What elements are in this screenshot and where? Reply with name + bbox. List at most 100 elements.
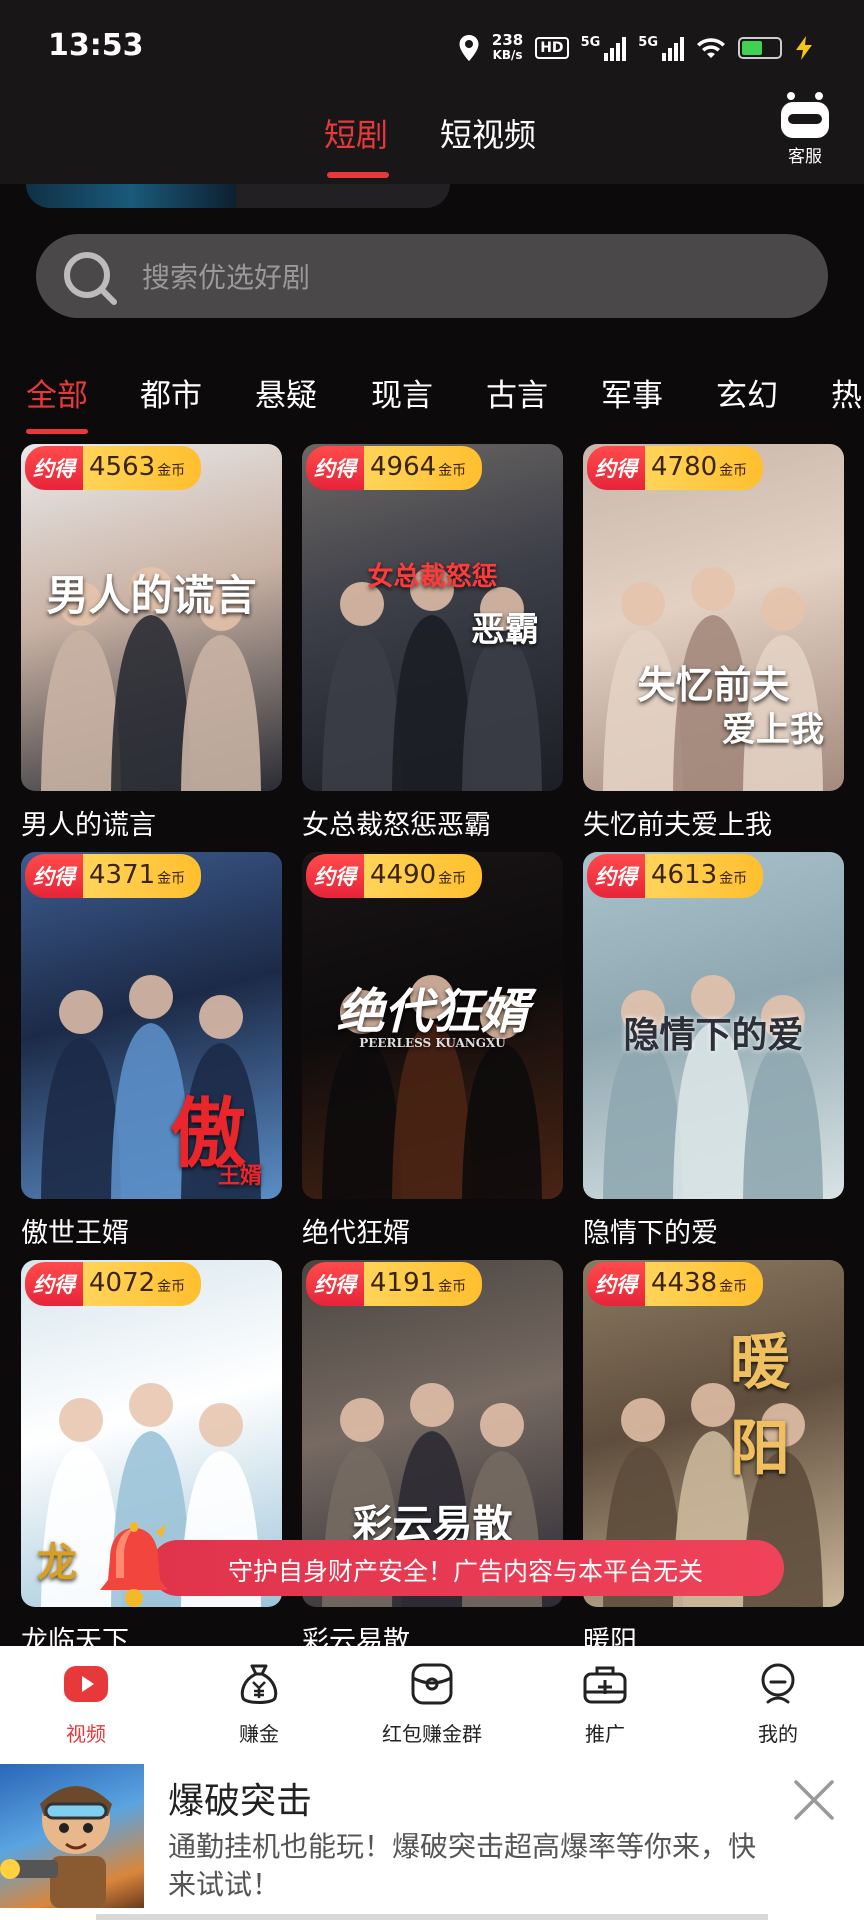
figure-body <box>603 1038 683 1199</box>
location-icon <box>459 35 479 61</box>
coin-count: 4072 <box>89 1268 156 1298</box>
bell-icon <box>100 1522 168 1607</box>
robot-icon <box>779 92 831 138</box>
bottom-nav: 视频 赚金 红包赚金群 推广 我的 <box>0 1646 864 1762</box>
figure-body <box>462 1043 542 1199</box>
coin-count: 4371 <box>89 860 156 890</box>
ad-progress-bar <box>96 1914 768 1920</box>
drama-poster: 傲 王婿 约得 4371 金币 <box>21 852 282 1199</box>
figure-head <box>59 990 103 1034</box>
charging-icon <box>796 36 812 60</box>
badge-tag: 约得 <box>25 854 83 898</box>
drama-poster: 绝代狂婿 PEERLESS KUANGXU 约得 4490 金币 <box>302 852 563 1199</box>
badge-tag: 约得 <box>306 446 364 490</box>
figure-body <box>41 630 121 791</box>
category-fantasy[interactable]: 玄幻 <box>716 370 778 415</box>
nav-promote-label: 推广 <box>585 1722 625 1746</box>
figure-body <box>322 1038 402 1199</box>
figure-body <box>462 635 542 791</box>
banner-carousel[interactable] <box>26 184 450 208</box>
badge-tag: 约得 <box>306 1262 364 1306</box>
drama-poster: 男人的谎言 约得 4563 金币 <box>21 444 282 791</box>
poster-title: 失忆前夫 <box>637 662 790 707</box>
nav-profile[interactable]: 我的 <box>708 1660 848 1747</box>
drama-card[interactable]: 女总裁怒惩 恶霸 约得 4964 金币 女总裁怒惩恶霸 <box>302 444 563 842</box>
drama-card[interactable]: 绝代狂婿 PEERLESS KUANGXU 约得 4490 金币 绝代狂婿 <box>302 852 563 1250</box>
drama-title: 女总裁怒惩恶霸 <box>302 810 491 841</box>
coin-unit: 金币 <box>157 1279 186 1295</box>
badge-tag: 约得 <box>587 1262 645 1306</box>
nav-red-packet-group[interactable]: 红包赚金群 <box>362 1660 502 1747</box>
money-bag-icon <box>235 1660 283 1708</box>
category-modern-romance[interactable]: 现言 <box>371 370 433 415</box>
net-speed-unit: KB/s <box>492 48 523 62</box>
tab-short-drama[interactable]: 短剧 <box>324 110 388 156</box>
figure-body <box>743 1043 823 1199</box>
safety-notice[interactable]: 守护自身财产安全！广告内容与本平台无关 <box>150 1540 784 1596</box>
figure-head <box>199 995 243 1039</box>
ad-banner[interactable]: 爆破突击 通勤挂机也能玩！爆破突击超高爆率等你来，快来试试！ <box>0 1762 864 1920</box>
category-hot[interactable]: 热 <box>831 370 862 415</box>
drama-poster: 失忆前夫 爱上我 约得 4780 金币 <box>583 444 844 791</box>
coin-unit: 金币 <box>438 1279 467 1295</box>
drama-card[interactable]: 暖阳 约得 4438 金币 暖阳 <box>583 1260 844 1658</box>
coin-count: 4191 <box>370 1268 437 1298</box>
profile-icon <box>754 1660 802 1708</box>
hd-badge: HD <box>535 37 569 59</box>
category-tabs: 全部 都市 悬疑 现言 古言 军事 玄幻 热 <box>0 370 864 434</box>
drama-title: 傲世王婿 <box>21 1218 129 1249</box>
poster-title: 隐情下的爱 <box>623 1014 804 1056</box>
drama-card[interactable]: 隐情下的爱 约得 4613 金币 隐情下的爱 <box>583 852 844 1250</box>
figure-head <box>340 1398 384 1442</box>
drama-card[interactable]: 失忆前夫 爱上我 约得 4780 金币 失忆前夫爱上我 <box>583 444 844 842</box>
category-military[interactable]: 军事 <box>601 370 663 415</box>
coin-badge: 约得 4072 金币 <box>25 1262 202 1306</box>
coin-unit: 金币 <box>438 871 467 887</box>
search-bar[interactable]: 搜索优选好剧 <box>36 234 828 318</box>
status-time: 13:53 <box>48 28 144 63</box>
ad-image <box>0 1764 144 1908</box>
coin-unit: 金币 <box>719 463 748 479</box>
drama-card[interactable]: 傲 王婿 约得 4371 金币 傲世王婿 <box>21 852 282 1250</box>
category-all[interactable]: 全部 <box>26 370 88 415</box>
nav-promote[interactable]: 推广 <box>535 1660 675 1747</box>
category-suspense[interactable]: 悬疑 <box>255 370 317 415</box>
nav-earn[interactable]: 赚金 <box>189 1660 329 1747</box>
nav-video[interactable]: 视频 <box>16 1660 156 1747</box>
status-bar: 13:53 238 KB/s HD 5G 5G <box>0 0 864 92</box>
coin-count: 4780 <box>651 452 718 482</box>
drama-card[interactable]: 彩云易散 约得 4191 金币 彩云易散 <box>302 1260 563 1658</box>
active-tab-indicator <box>327 172 389 178</box>
search-icon <box>64 252 117 305</box>
figure-head <box>621 1398 665 1442</box>
poster-title: 绝代狂婿 <box>336 984 529 1040</box>
poster-subtitle: PEERLESS KUANGXU <box>359 1036 506 1050</box>
nav-earn-label: 赚金 <box>239 1722 279 1746</box>
category-urban[interactable]: 都市 <box>140 370 202 415</box>
drama-card[interactable]: 男人的谎言 约得 4563 金币 男人的谎言 <box>21 444 282 842</box>
customer-service-label: 客服 <box>788 147 822 167</box>
tab-short-video[interactable]: 短视频 <box>440 110 536 156</box>
ad-title: 爆破突击 <box>168 1781 313 1822</box>
drama-title: 男人的谎言 <box>21 810 156 841</box>
ad-description: 通勤挂机也能玩！爆破突击超高爆率等你来，快来试试！ <box>168 1830 757 1901</box>
figure-head <box>761 587 805 631</box>
poster-subtitle: 王婿 <box>217 1163 262 1189</box>
coin-unit: 金币 <box>719 871 748 887</box>
close-icon[interactable] <box>790 1776 838 1824</box>
category-ancient-romance[interactable]: 古言 <box>486 370 548 415</box>
signal-icon-1: 5G <box>581 35 627 61</box>
battery-icon <box>738 37 782 59</box>
signal-label-2: 5G <box>638 35 658 50</box>
figure-head <box>621 582 665 626</box>
app-root: 13:53 238 KB/s HD 5G 5G 短剧 短视频 客服 搜索优选好剧… <box>0 0 864 1920</box>
figure-head <box>129 1383 173 1427</box>
coin-badge: 约得 4613 金币 <box>587 854 764 898</box>
nav-video-label: 视频 <box>66 1722 106 1746</box>
drama-title: 绝代狂婿 <box>302 1218 410 1249</box>
poster-title: 暖阳 <box>730 1328 790 1484</box>
coin-count: 4613 <box>651 860 718 890</box>
badge-tag: 约得 <box>587 446 645 490</box>
figure-head <box>410 1383 454 1427</box>
customer-service-button[interactable]: 客服 <box>776 92 834 167</box>
